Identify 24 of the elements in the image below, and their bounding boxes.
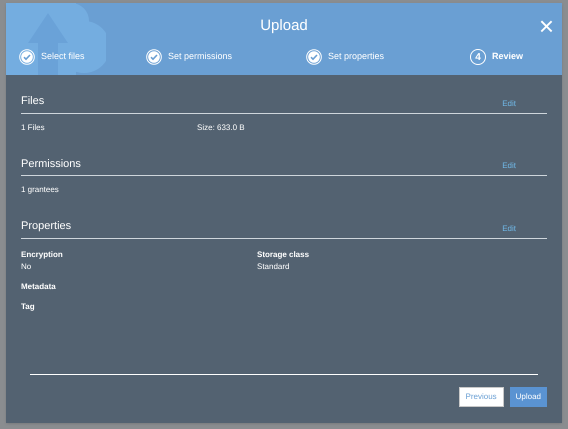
wizard-step[interactable]: Set permissions — [146, 49, 286, 65]
property-label: Metadata — [21, 280, 57, 292]
wizard-step[interactable]: Set properties — [306, 49, 456, 65]
property-label: Encryption — [21, 248, 64, 260]
section-title: Files — [21, 94, 44, 109]
edit-link[interactable]: Edit — [502, 160, 516, 172]
property-label: Storage class — [257, 248, 310, 260]
dialog-title: Upload — [260, 16, 308, 36]
property-value: No — [21, 260, 32, 272]
summary-text: Size: 633.0 B — [197, 122, 245, 134]
close-button[interactable]: × — [538, 13, 554, 39]
property-value: Standard — [257, 260, 290, 272]
step-number: 4 — [470, 49, 486, 65]
upload-button[interactable]: Upload — [510, 387, 547, 407]
wizard-step[interactable]: Select files — [19, 49, 146, 65]
section-title: Permissions — [21, 156, 81, 172]
previous-button[interactable]: Previous — [458, 387, 504, 407]
section-title: Properties — [21, 219, 72, 234]
summary-text: 1 grantees — [21, 184, 60, 196]
summary-text: 1 Files — [21, 122, 46, 134]
property-label: Tag — [21, 300, 36, 312]
edit-link[interactable]: Edit — [502, 222, 516, 234]
wizard-step[interactable]: 4 Review — [470, 49, 524, 65]
edit-link[interactable]: Edit — [502, 98, 516, 110]
